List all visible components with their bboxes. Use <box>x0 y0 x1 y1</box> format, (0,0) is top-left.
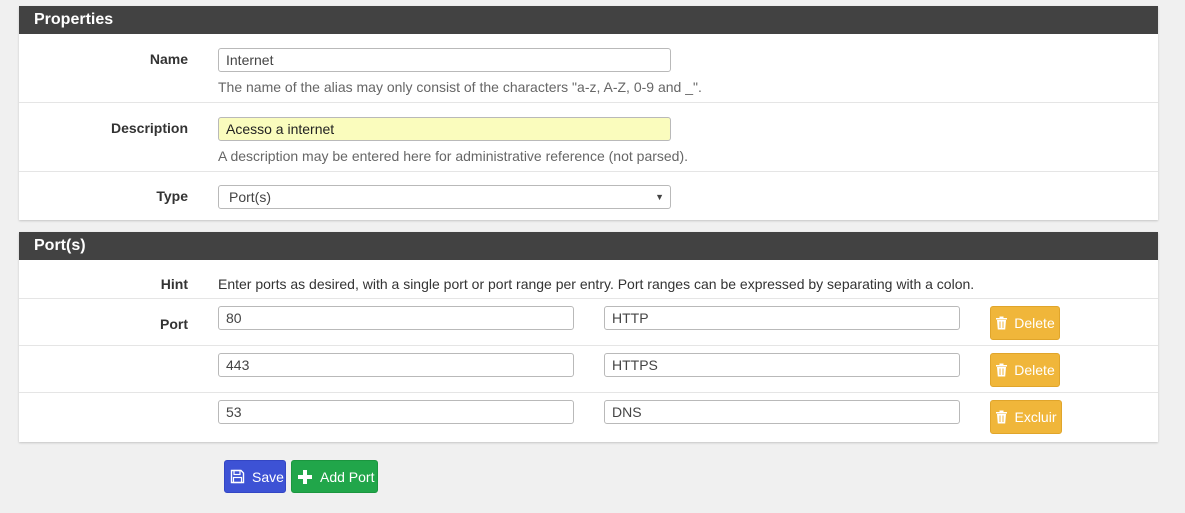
port-row: 53 DNS Excluir <box>19 393 1158 441</box>
port-row: 443 HTTPS Delete <box>19 346 1158 393</box>
trash-icon <box>996 363 1008 377</box>
excluir-button[interactable]: Excluir <box>990 400 1062 434</box>
description-row: Description Acesso a internet A descript… <box>19 103 1158 172</box>
name-help-text: The name of the alias may only consist o… <box>218 79 702 95</box>
port-label: Port <box>160 316 188 332</box>
hint-label: Hint <box>160 276 188 292</box>
type-select[interactable]: Port(s) ▼ <box>218 185 671 209</box>
add-port-button-label: Add Port <box>320 468 375 485</box>
trash-icon <box>996 316 1008 330</box>
type-select-value: Port(s) <box>229 189 271 205</box>
port-number-input[interactable]: 443 <box>218 353 574 377</box>
delete-button-label: Delete <box>1014 315 1055 331</box>
excluir-button-label: Excluir <box>1014 409 1057 425</box>
save-button-label: Save <box>252 468 284 485</box>
properties-panel: Properties Name Internet The name of the… <box>19 6 1158 220</box>
name-input[interactable]: Internet <box>218 48 671 72</box>
description-label: Description <box>110 120 188 136</box>
ports-panel: Port(s) Hint Enter ports as desired, wit… <box>19 232 1158 442</box>
description-help-text: A description may be entered here for ad… <box>218 148 689 164</box>
type-label: Type <box>156 188 188 204</box>
delete-button-label: Delete <box>1014 362 1055 378</box>
name-label: Name <box>149 51 188 67</box>
hint-text: Enter ports as desired, with a single po… <box>218 276 975 292</box>
port-description-input[interactable]: DNS <box>604 400 960 424</box>
add-port-button[interactable]: Add Port <box>291 460 378 493</box>
port-number-input[interactable]: 53 <box>218 400 574 424</box>
port-description-input[interactable]: HTTPS <box>604 353 960 377</box>
plus-icon <box>298 469 312 484</box>
hint-row: Hint Enter ports as desired, with a sing… <box>19 260 1158 299</box>
save-button[interactable]: Save <box>224 460 286 493</box>
port-description-input[interactable]: HTTP <box>604 306 960 330</box>
port-number-input[interactable]: 80 <box>218 306 574 330</box>
ports-heading: Port(s) <box>19 232 1158 260</box>
properties-heading: Properties <box>19 6 1158 34</box>
type-row: Type Port(s) ▼ <box>19 172 1158 220</box>
trash-icon <box>996 410 1008 424</box>
delete-button[interactable]: Delete <box>990 353 1060 387</box>
port-row: Port 80 HTTP Delete <box>19 299 1158 346</box>
caret-down-icon: ▼ <box>655 192 664 202</box>
description-input[interactable]: Acesso a internet <box>218 117 671 141</box>
floppy-disk-icon <box>230 469 245 484</box>
name-row: Name Internet The name of the alias may … <box>19 34 1158 103</box>
delete-button[interactable]: Delete <box>990 306 1060 340</box>
